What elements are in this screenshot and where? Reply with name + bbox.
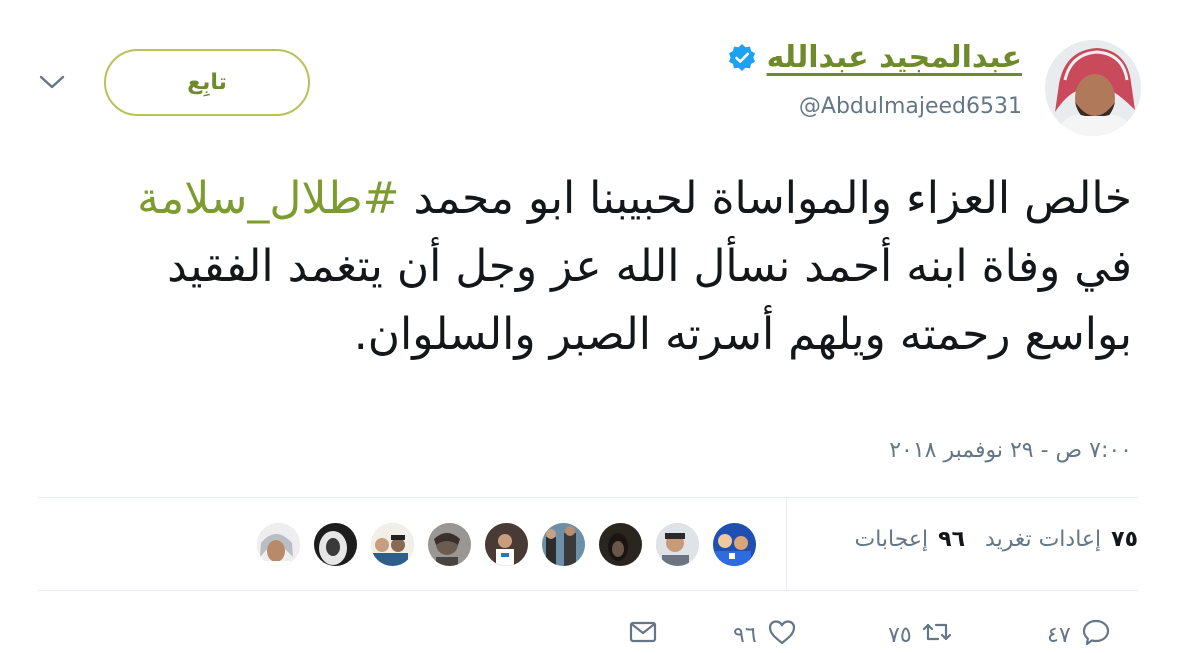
tweet-actions: ٤٧ ٧٥ ٩٦	[0, 615, 1200, 651]
retweet-count: ٧٥	[888, 622, 912, 648]
reply-icon	[1081, 617, 1111, 653]
hashtag-link[interactable]: #طلال_سلامة	[137, 173, 399, 224]
reply-count: ٤٧	[1047, 622, 1071, 648]
message-action[interactable]	[628, 617, 658, 653]
tweet-timestamp[interactable]: ٧:٠٠ ص - ٢٩ نوفمبر ٢٠١٨	[889, 438, 1132, 463]
retweets-stat[interactable]: ٧٥ إعادات تغريد	[985, 527, 1138, 552]
liker-avatar[interactable]	[426, 521, 473, 568]
tweet-text: خالص العزاء والمواساة لحبيبنا ابو محمد #…	[72, 165, 1132, 369]
likes-label: إعجابات	[854, 527, 929, 552]
liker-avatars	[255, 521, 758, 568]
like-count: ٩٦	[733, 622, 757, 648]
follow-button[interactable]: تابِع	[104, 49, 310, 116]
likes-count: ٩٦	[938, 527, 966, 552]
retweets-count: ٧٥	[1111, 527, 1138, 552]
user-handle[interactable]: @Abdulmajeed6531	[799, 94, 1022, 119]
divider	[786, 498, 787, 590]
author-name-row: عبدالمجيد عبدالله	[727, 40, 1022, 75]
liker-avatar[interactable]	[369, 521, 416, 568]
reply-action[interactable]: ٤٧	[1047, 617, 1111, 653]
liker-avatar[interactable]	[483, 521, 530, 568]
retweet-icon	[922, 617, 952, 653]
retweets-label: إعادات تغريد	[985, 527, 1102, 552]
liker-avatar[interactable]	[540, 521, 587, 568]
display-name[interactable]: عبدالمجيد عبدالله	[767, 40, 1022, 75]
avatar[interactable]	[1045, 40, 1141, 136]
engagement-stats: ٧٥ إعادات تغريد ٩٦ إعجابات	[854, 527, 1138, 552]
liker-avatar[interactable]	[711, 521, 758, 568]
liker-avatar[interactable]	[312, 521, 359, 568]
tweet-text-part: خالص العزاء والمواساة لحبيبنا ابو محمد	[399, 173, 1132, 224]
message-icon	[628, 617, 658, 653]
liker-avatar[interactable]	[597, 521, 644, 568]
divider	[38, 590, 1138, 591]
retweet-action[interactable]: ٧٥	[888, 617, 952, 653]
like-action[interactable]: ٩٦	[733, 617, 797, 653]
liker-avatar[interactable]	[654, 521, 701, 568]
chevron-down-icon[interactable]	[38, 72, 66, 92]
tweet-text-part: في وفاة ابنه أحمد نسأل الله عز وجل أن يت…	[167, 241, 1132, 360]
verified-badge-icon	[727, 43, 757, 73]
liker-avatar[interactable]	[255, 521, 302, 568]
divider	[38, 497, 1138, 498]
like-icon	[767, 617, 797, 653]
likes-stat[interactable]: ٩٦ إعجابات	[854, 527, 965, 552]
